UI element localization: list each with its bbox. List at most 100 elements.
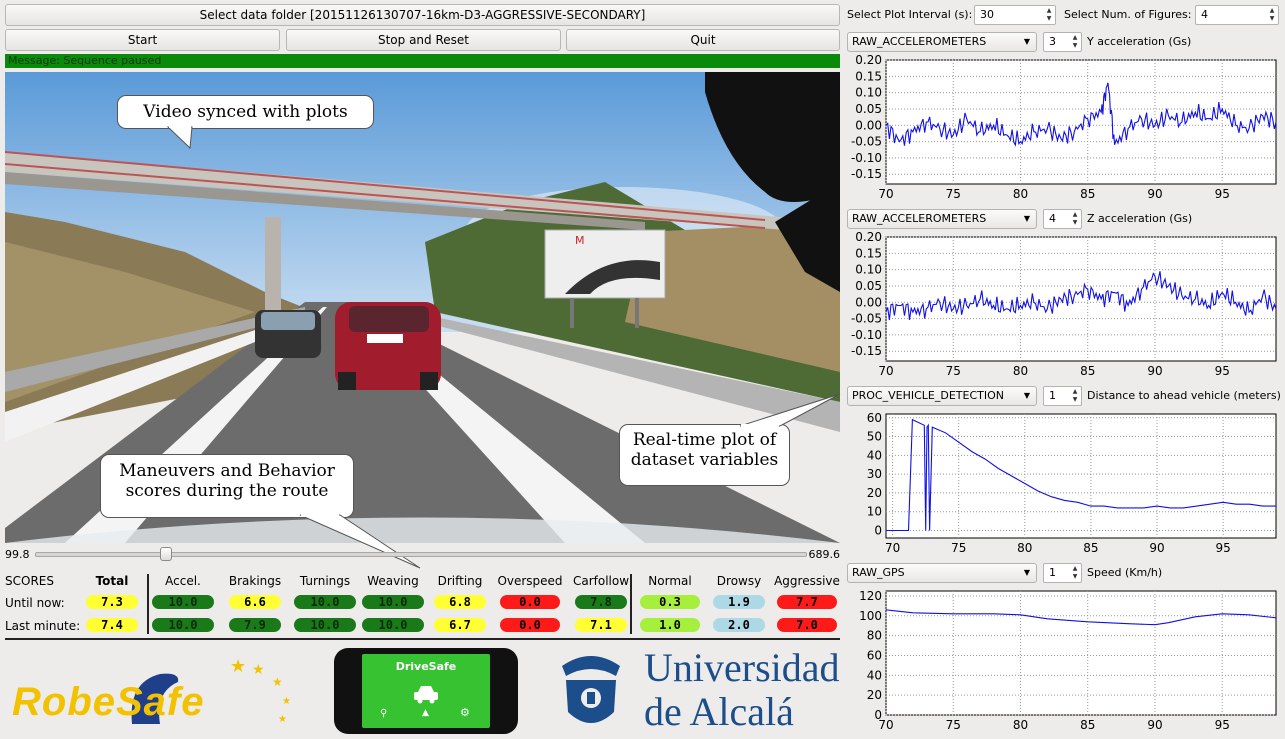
- y-tick-label: 80: [867, 629, 882, 643]
- plot-source-value: RAW_ACCELEROMETERS: [852, 212, 987, 225]
- y-tick-label: 0.00: [855, 118, 882, 132]
- score-badge: 1.0: [640, 618, 700, 632]
- plot-index-spinbox[interactable]: 1 ▲ ▼: [1043, 563, 1082, 583]
- plot-index-value: 3: [1049, 35, 1056, 48]
- uah-name-line2: de Alcalá: [644, 689, 794, 734]
- plot-interval-spinbox[interactable]: 30 ▲ ▼: [974, 5, 1056, 25]
- y-tick-label: 0.00: [855, 295, 882, 309]
- phone-mockup: DriveSafe ⚲ ▲ ⚙: [334, 648, 518, 734]
- billboard-text: M: [575, 234, 585, 247]
- quit-button[interactable]: Quit: [566, 29, 840, 51]
- score-badge: 10.0: [152, 595, 214, 609]
- y-tick-label: 0: [874, 523, 882, 537]
- scores-bottom-rule: [5, 638, 840, 640]
- x-tick-label: 85: [1080, 364, 1095, 378]
- score-badge: 0.0: [500, 595, 560, 609]
- app-title: DriveSafe: [395, 660, 457, 673]
- line-chart: 70 75 80 85 90 95 0.20 0.15 0.10 0.05 0.00 -0.05 -0.…: [846, 231, 1278, 381]
- plot-variable-label: Speed (Km/h): [1087, 566, 1163, 579]
- plot-source-dropdown[interactable]: RAW_GPS ▼: [847, 563, 1037, 583]
- x-tick-label: 80: [1017, 541, 1032, 555]
- y-tick-label: 50: [867, 430, 882, 444]
- x-tick-label: 85: [1083, 541, 1098, 555]
- plot-source-dropdown[interactable]: RAW_ACCELEROMETERS ▼: [847, 209, 1037, 229]
- score-badge: 0.0: [500, 618, 560, 632]
- scores-title: SCORES: [5, 574, 54, 588]
- y-tick-label: 0.10: [855, 263, 882, 277]
- plot-variable-label: Z acceleration (Gs): [1087, 212, 1193, 225]
- row-label-last-minute: Last minute:: [5, 619, 81, 633]
- y-tick-label: 0.05: [855, 279, 882, 293]
- car-menu-icon: ▲: [422, 708, 429, 718]
- slider-max-label: 689.6: [808, 548, 841, 561]
- plot-source-dropdown[interactable]: PROC_VEHICLE_DETECTION ▼: [847, 386, 1037, 406]
- num-figures-label: Select Num. of Figures:: [1064, 8, 1192, 21]
- y-tick-label: -0.15: [851, 344, 882, 358]
- score-badge: 10.0: [294, 595, 356, 609]
- y-tick-label: 0.10: [855, 86, 882, 100]
- plot-source-value: RAW_GPS: [852, 566, 905, 579]
- plot-variable-label: Distance to ahead vehicle (meters): [1087, 389, 1281, 402]
- y-tick-label: 40: [867, 668, 882, 682]
- plot-area: [885, 590, 1277, 716]
- timeline-slider-track[interactable]: [35, 552, 807, 557]
- select-data-folder-button[interactable]: Select data folder [20151126130707-16km-…: [5, 4, 840, 26]
- num-figures-spinbox[interactable]: 4 ▲ ▼: [1195, 5, 1279, 25]
- score-badge: 6.6: [229, 595, 281, 609]
- y-tick-label: 120: [859, 589, 882, 603]
- line-chart-svg: 70 75 80 85 90 95 60 50 40 30 20 10 0: [867, 411, 1277, 555]
- plot-source-dropdown[interactable]: RAW_ACCELEROMETERS ▼: [847, 32, 1037, 52]
- y-tick-label: 100: [859, 609, 882, 623]
- y-tick-label: 0.05: [855, 102, 882, 116]
- score-badge: 7.9: [229, 618, 281, 632]
- score-badge: 7.0: [777, 618, 837, 632]
- y-tick-label: -0.05: [851, 312, 882, 326]
- x-tick-label: 80: [1013, 187, 1028, 201]
- x-tick-label: 90: [1149, 541, 1164, 555]
- plot-area: [885, 59, 1277, 185]
- plot-variable-label: Y acceleration (Gs): [1087, 35, 1192, 48]
- score-badge: 7.8: [575, 595, 627, 609]
- spin-arrows-icon[interactable]: ▲ ▼: [1070, 34, 1080, 50]
- x-tick-label: 85: [1080, 187, 1095, 201]
- line-chart-svg: 70 75 80 85 90 95 0.20 0.15 0.10 0.05 0.00 -0.05 -0.…: [851, 54, 1277, 201]
- svg-text:★: ★: [272, 675, 283, 689]
- plot-index-spinbox[interactable]: 1 ▲ ▼: [1043, 386, 1082, 406]
- spin-arrows-icon[interactable]: ▲ ▼: [1070, 211, 1080, 227]
- x-tick-label: 75: [951, 541, 966, 555]
- line-chart-svg: 70 75 80 85 90 95 0.20 0.15 0.10 0.05 0.00 -0.05 -0.…: [851, 231, 1277, 378]
- x-tick-label: 80: [1013, 364, 1028, 378]
- gear-icon: ⚙: [460, 706, 470, 719]
- y-tick-label: 20: [867, 486, 882, 500]
- score-badge: 10.0: [362, 595, 424, 609]
- spin-arrows-icon[interactable]: ▲ ▼: [1267, 7, 1277, 23]
- start-button[interactable]: Start: [5, 29, 280, 51]
- scores-callout: Maneuvers and Behavior scores during the…: [100, 454, 354, 518]
- spin-arrows-icon[interactable]: ▲ ▼: [1070, 388, 1080, 404]
- score-badge: 1.9: [713, 595, 765, 609]
- video-callout: Video synced with plots: [117, 95, 374, 129]
- svg-text:★: ★: [230, 656, 246, 677]
- spin-arrows-icon[interactable]: ▲ ▼: [1044, 7, 1054, 23]
- plot-index-spinbox[interactable]: 3 ▲ ▼: [1043, 32, 1082, 52]
- y-tick-label: 0.20: [855, 231, 882, 244]
- plots-callout: Real-time plot of dataset variables: [619, 424, 790, 486]
- app-screen: DriveSafe ⚲ ▲ ⚙: [362, 654, 490, 728]
- scores-panel: SCORES Until now: Last minute: Total Acce…: [5, 572, 840, 638]
- robesafe-wordmark: RobeSafe: [12, 680, 205, 724]
- num-figures-value: 4: [1201, 8, 1208, 21]
- chevron-down-icon: ▼: [1023, 568, 1030, 577]
- plot-index-spinbox[interactable]: 4 ▲ ▼: [1043, 209, 1082, 229]
- y-tick-label: 0.15: [855, 246, 882, 260]
- row-label-until-now: Until now:: [5, 596, 65, 610]
- y-tick-label: -0.10: [851, 328, 882, 342]
- stop-reset-button[interactable]: Stop and Reset: [286, 29, 561, 51]
- timeline-slider-row: 99.8 689.6: [5, 547, 840, 563]
- timeline-slider-handle[interactable]: [160, 547, 173, 561]
- plot-index-value: 1: [1049, 566, 1056, 579]
- scores-callout-tail: [299, 514, 421, 569]
- plots-callout-tail: [740, 393, 841, 428]
- spin-arrows-icon[interactable]: ▲ ▼: [1070, 565, 1080, 581]
- x-tick-label: 70: [878, 364, 893, 378]
- score-badge: 10.0: [294, 618, 356, 632]
